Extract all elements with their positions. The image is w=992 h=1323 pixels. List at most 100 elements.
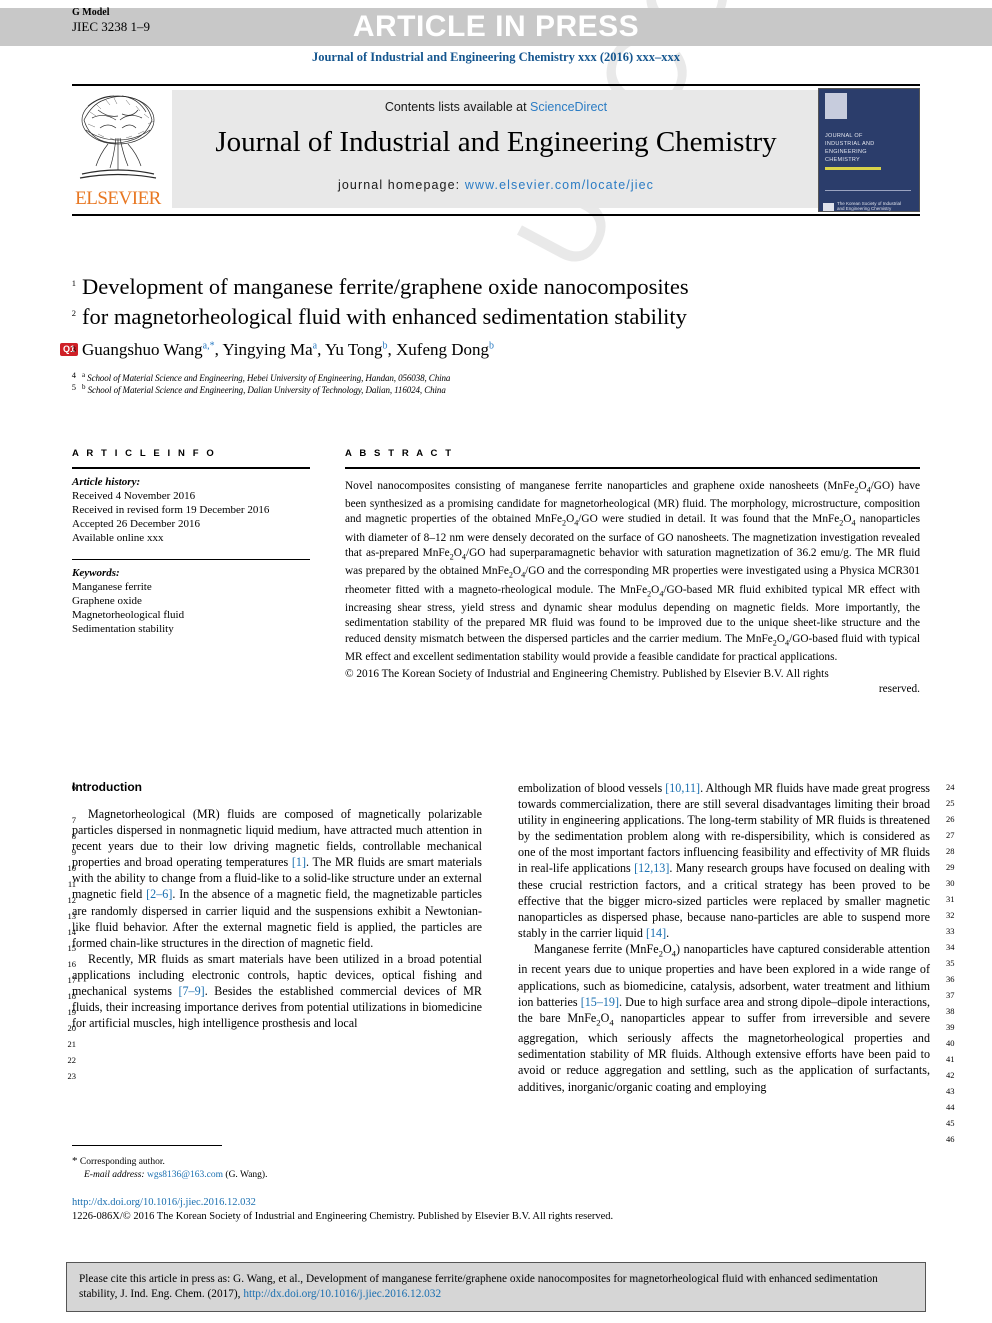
cover-title-line-4: CHEMISTRY	[825, 157, 860, 163]
line-number: 12	[67, 895, 77, 905]
line-number: 26	[946, 814, 955, 824]
email-label: E-mail address:	[84, 1170, 145, 1180]
line-number: 34	[946, 942, 955, 952]
title-line-2: for magnetorheological fluid with enhanc…	[82, 304, 687, 329]
corresponding-author-label: Corresponding author.	[79, 1157, 165, 1167]
line-number: 35	[946, 958, 955, 968]
corresponding-author-line: * Corresponding author.	[72, 1155, 482, 1169]
author-name-1: Guangshuo Wang	[82, 340, 203, 359]
abstract-heading: A B S T R A C T	[345, 448, 454, 459]
cover-title-line-2: INDUSTRIAL AND	[825, 141, 875, 147]
line-number: 41	[946, 1054, 955, 1064]
affiliation-text-a: School of Material Science and Engineeri…	[87, 373, 451, 383]
elsevier-tree-icon	[79, 95, 157, 179]
line-number: 45	[946, 1118, 955, 1128]
line-number: 13	[67, 911, 77, 921]
journal-cover-thumbnail: JOURNAL OF INDUSTRIAL AND ENGINEERING CH…	[818, 88, 920, 212]
homepage-prefix: journal homepage:	[337, 178, 465, 192]
line-number: 20	[67, 1023, 77, 1033]
cover-accent-bar	[825, 167, 881, 170]
doi-block: http://dx.doi.org/10.1016/j.jiec.2016.12…	[72, 1196, 772, 1224]
email-link[interactable]: wgs8136@163.com	[147, 1170, 223, 1180]
line-number: 40	[946, 1038, 955, 1048]
journal-title: Journal of Industrial and Engineering Ch…	[215, 126, 777, 158]
keywords-rule	[72, 558, 310, 560]
asterisk-icon: *	[72, 1155, 78, 1167]
line-number: 1	[71, 278, 76, 288]
author-name-3: Yu Tong	[324, 340, 383, 359]
footnote-block: * Corresponding author. E-mail address: …	[72, 1155, 482, 1182]
abstract-copyright-tail: reserved.	[878, 683, 920, 696]
line-number: 31	[946, 894, 955, 904]
line-number: 16	[67, 959, 77, 969]
line-number: 3	[71, 344, 76, 354]
line-number: 43	[946, 1086, 955, 1096]
author-marks-4: b	[489, 340, 495, 352]
cover-title-line-1: JOURNAL OF	[825, 133, 863, 139]
line-number: 4	[71, 370, 76, 380]
line-number: 24	[946, 782, 955, 792]
body-column-left: Introduction Magnetorheological (MR) flu…	[72, 780, 482, 1031]
author-list: Guangshuo Wanga,*, Yingying Maa, Yu Tong…	[82, 340, 495, 359]
paragraph-left-1: Magnetorheological (MR) fluids are compo…	[72, 807, 482, 950]
history-item-2: Accepted 26 December 2016	[72, 517, 200, 530]
article-history-block: Article history: Received 4 November 201…	[72, 475, 310, 545]
keyword-3: Sedimentation stability	[72, 623, 174, 635]
keyword-0: Manganese ferrite	[72, 581, 152, 593]
elsevier-wordmark: ELSEVIER	[75, 188, 161, 209]
line-number: 23	[67, 1071, 77, 1081]
history-item-3: Available online xxx	[72, 531, 164, 544]
footnote-rule	[72, 1145, 222, 1146]
history-item-1: Received in revised form 19 December 201…	[72, 503, 270, 516]
line-number: 5	[71, 382, 76, 392]
line-number: 17	[67, 975, 77, 985]
cover-title-line-3: ENGINEERING	[825, 149, 867, 155]
journal-homepage-line: journal homepage: www.elsevier.com/locat…	[172, 178, 820, 192]
contents-available-line: Contents lists available at ScienceDirec…	[172, 100, 820, 114]
line-number: 36	[946, 974, 955, 984]
article-info-rule	[72, 467, 310, 469]
journal-homepage-link[interactable]: www.elsevier.com/locate/jiec	[465, 178, 654, 192]
masthead-top-rule	[72, 84, 920, 86]
abstract-copyright: © 2016 The Korean Society of Industrial …	[345, 668, 829, 681]
body-column-right: embolization of blood vessels [10,11]. A…	[518, 780, 930, 1095]
keywords-block: Keywords: Manganese ferrite Graphene oxi…	[72, 566, 310, 636]
g-model-label: G Model	[72, 7, 110, 18]
line-number: 25	[946, 798, 955, 808]
paragraph-left-2: Recently, MR fluids as smart materials h…	[72, 951, 482, 1031]
author-marks-2: a	[312, 340, 318, 352]
page-title: Development of manganese ferrite/graphen…	[82, 272, 882, 332]
cover-society-logo	[823, 203, 834, 211]
line-number: 7	[71, 815, 76, 825]
email-line: E-mail address: wgs8136@163.com (G. Wang…	[72, 1169, 482, 1182]
line-number: 29	[946, 862, 955, 872]
article-history-label: Article history:	[72, 475, 141, 488]
paragraph-right-1: embolization of blood vessels [10,11]. A…	[518, 781, 930, 940]
citation-notice-box: Please cite this article in press as: G.…	[66, 1262, 926, 1312]
affiliation-a: a School of Material Science and Enginee…	[82, 371, 882, 383]
sciencedirect-link[interactable]: ScienceDirect	[530, 100, 607, 114]
affiliation-mark-a: a	[82, 371, 86, 379]
line-number: 37	[946, 990, 955, 1000]
abstract-text: Novel nanocomposites consisting of manga…	[345, 479, 921, 664]
keyword-2: Magnetorheological fluid	[72, 609, 185, 621]
citation-doi-link[interactable]: http://dx.doi.org/10.1016/j.jiec.2016.12…	[243, 1288, 441, 1300]
line-number: 33	[946, 926, 955, 936]
line-number: 22	[67, 1055, 77, 1065]
article-info-heading: A R T I C L E I N F O	[72, 448, 217, 459]
line-number: 8	[71, 831, 76, 841]
line-number: 44	[946, 1102, 955, 1112]
paragraph-right-2: Manganese ferrite (MnFe2O4) nanoparticle…	[518, 941, 931, 1094]
line-number: 21	[67, 1039, 77, 1049]
line-number: 18	[67, 991, 77, 1001]
cover-society-text: The Korean Society of Industrial and Engi…	[837, 201, 902, 211]
title-line-1: Development of manganese ferrite/graphen…	[82, 274, 689, 299]
author-name-4: Xufeng Dong	[396, 340, 490, 359]
line-number: 30	[946, 878, 955, 888]
affiliation-mark-b: b	[82, 383, 86, 391]
contents-panel: Contents lists available at ScienceDirec…	[172, 90, 820, 208]
keywords-label: Keywords:	[72, 567, 120, 579]
citation-text: Please cite this article in press as: G.…	[79, 1273, 878, 1300]
line-number: 32	[946, 910, 955, 920]
doi-url[interactable]: http://dx.doi.org/10.1016/j.jiec.2016.12…	[72, 1196, 772, 1210]
